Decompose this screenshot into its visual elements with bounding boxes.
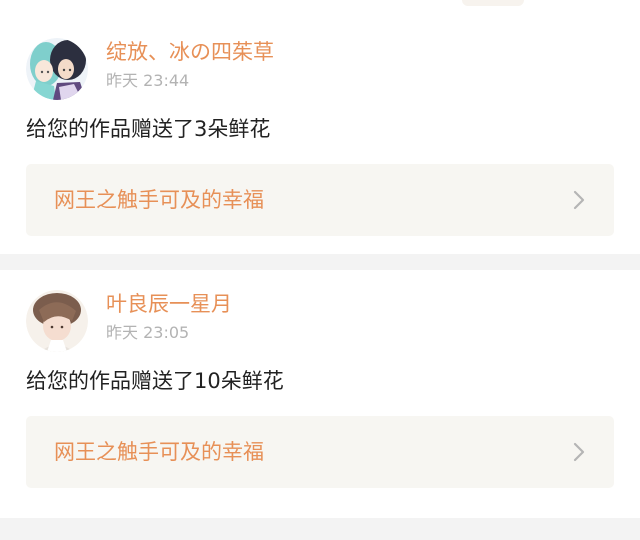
avatar[interactable] (26, 290, 88, 352)
gift-message: 给您的作品赠送了10朵鲜花 (26, 369, 284, 393)
feed-bottom-gap (0, 518, 640, 540)
work-link-card[interactable]: 网王之触手可及的幸福 (26, 416, 614, 488)
gift-message: 给您的作品赠送了3朵鲜花 (26, 117, 271, 141)
chevron-right-icon (573, 190, 585, 210)
anime-couple-avatar-icon (26, 38, 88, 100)
avatar[interactable] (26, 38, 88, 100)
notification-card: 叶良辰一星月 昨天 23:05 给您的作品赠送了10朵鲜花 网王之触手可及的幸福 (0, 270, 640, 518)
notification-feed: 绽放、冰の四茱草 昨天 23:44 给您的作品赠送了3朵鲜花 网王之触手可及的幸… (0, 0, 640, 540)
chevron-right-icon (573, 442, 585, 462)
timestamp: 昨天 23:44 (106, 71, 190, 90)
previous-item-edge (0, 0, 640, 18)
notification-card: 绽放、冰の四茱草 昨天 23:44 给您的作品赠送了3朵鲜花 网王之触手可及的幸… (0, 18, 640, 254)
work-link-card[interactable]: 网王之触手可及的幸福 (26, 164, 614, 236)
work-title: 网王之触手可及的幸福 (54, 440, 264, 464)
previous-item-fragment (462, 0, 524, 6)
work-title: 网王之触手可及的幸福 (54, 188, 264, 212)
username[interactable]: 绽放、冰の四茱草 (106, 38, 274, 66)
timestamp: 昨天 23:05 (106, 323, 190, 342)
anime-boy-avatar-icon (26, 290, 88, 352)
username[interactable]: 叶良辰一星月 (106, 290, 232, 318)
